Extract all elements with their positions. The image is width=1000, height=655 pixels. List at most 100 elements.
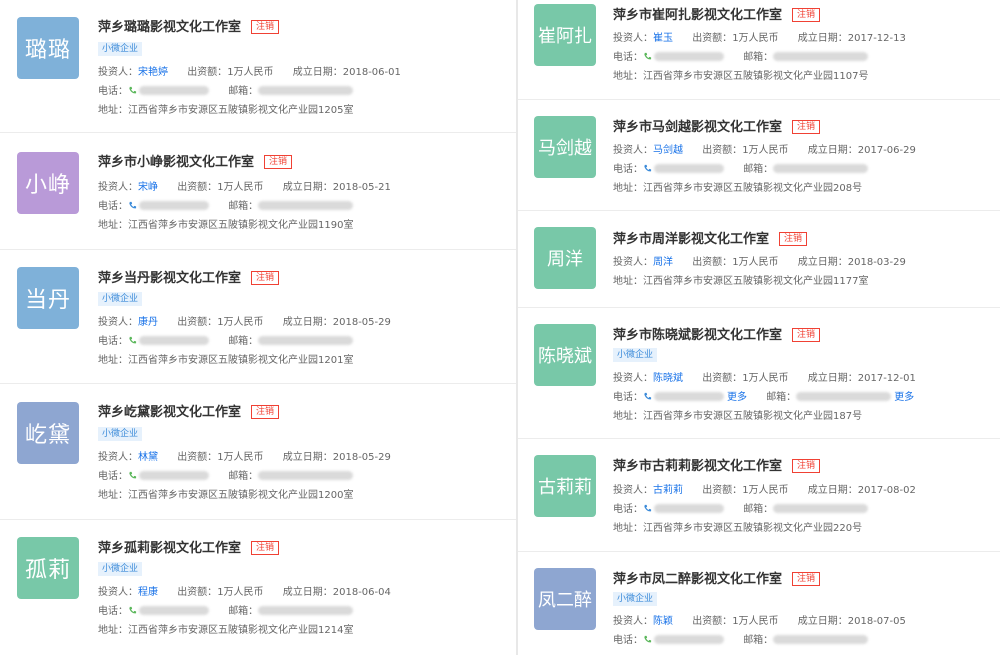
investor-link[interactable]: 宋艳婷 [138, 63, 168, 78]
info-row-address: 地址：江西省萍乡市安源区五陂镇影视文化产业园208号 [613, 179, 862, 194]
company-avatar: 古莉莉 [534, 455, 596, 517]
info-row-investor: 投资人：康丹 出资额：1万人民币 成立日期：2018-05-29 [98, 313, 391, 328]
founded-date: 2017-12-13 [847, 33, 906, 44]
phone-redacted [654, 52, 724, 61]
investor-link[interactable]: 宋峥 [138, 178, 158, 193]
company-name[interactable]: 萍乡市凤二醉影视文化工作室 [613, 572, 782, 587]
investor-link[interactable]: 马剑越 [653, 141, 683, 156]
info-row-investor: 投资人：古莉莉 出资额：1万人民币 成立日期：2017-08-02 [613, 481, 916, 496]
enterprise-type-badge: 小微企业 [98, 42, 143, 56]
company-name[interactable]: 萍乡市崔阿扎影视文化工作室 [613, 8, 782, 23]
company-card[interactable]: 屹黛 萍乡屹黛影视文化工作室 注销 小微企业 投资人：林黛 出资额：1万人民币 成… [0, 384, 516, 520]
investor-link[interactable]: 陈晓斌 [653, 369, 683, 384]
company-card[interactable]: 璐璐 萍乡璐璐影视文化工作室 注销 小微企业 投资人：宋艳婷 出资额：1万人民币 … [0, 0, 516, 133]
phone-icon [129, 201, 137, 209]
phone-redacted [139, 336, 209, 345]
founded-date: 2018-06-04 [332, 587, 391, 598]
info-row-contact: 电话： 邮箱： [98, 332, 354, 347]
company-name[interactable]: 萍乡市小峥影视文化工作室 [98, 155, 254, 170]
info-row-investor: 投资人：程康 出资额：1万人民币 成立日期：2018-06-04 [98, 583, 391, 598]
company-name[interactable]: 萍乡当丹影视文化工作室 [98, 271, 241, 286]
info-row-contact: 电话： 邮箱： [98, 602, 354, 617]
phone-redacted [139, 606, 209, 615]
company-card[interactable]: 当丹 萍乡当丹影视文化工作室 注销 小微企业 投资人：康丹 出资额：1万人民币 成… [0, 250, 516, 384]
capital-value: 1万人民币 [742, 373, 789, 384]
company-avatar: 当丹 [17, 267, 79, 329]
email-redacted [258, 201, 354, 210]
founded-date: 2018-07-05 [847, 616, 906, 627]
phone-icon [644, 635, 652, 643]
company-card[interactable]: 孤莉 萍乡孤莉影视文化工作室 注销 小微企业 投资人：程康 出资额：1万人民币 成… [0, 520, 516, 655]
investor-link[interactable]: 陈颖 [653, 612, 673, 627]
enterprise-type-badge: 小微企业 [98, 562, 143, 576]
status-badge: 注销 [779, 232, 808, 246]
info-row-contact: 电话： 邮箱： [613, 631, 869, 646]
more-phone-link[interactable]: 更多 [727, 388, 747, 403]
enterprise-type-badge: 小微企业 [613, 592, 658, 606]
company-avatar: 马剑越 [534, 116, 596, 178]
company-name[interactable]: 萍乡市马剑越影视文化工作室 [613, 120, 782, 135]
investor-link[interactable]: 康丹 [138, 313, 158, 328]
phone-redacted [139, 201, 209, 210]
founded-date: 2018-05-29 [332, 452, 391, 463]
company-avatar: 屹黛 [17, 402, 79, 464]
company-card[interactable]: 马剑越 萍乡市马剑越影视文化工作室 注销 投资人：马剑越 出资额：1万人民币 成立… [518, 100, 1000, 211]
info-row-address: 地址：江西省萍乡市安源区五陂镇影视文化产业园1205室 [98, 101, 353, 116]
investor-link[interactable]: 古莉莉 [653, 481, 683, 496]
company-name-row: 萍乡市古莉莉影视文化工作室 注销 [613, 455, 821, 474]
phone-icon [129, 471, 137, 479]
company-name[interactable]: 萍乡璐璐影视文化工作室 [98, 20, 241, 35]
phone-redacted [654, 504, 724, 513]
address-value: 江西省萍乡市安源区五陂镇影视文化产业园1214室 [128, 625, 354, 636]
info-row-contact: 电话： 更多 邮箱： 更多 [613, 388, 914, 403]
company-name-row: 萍乡市崔阿扎影视文化工作室 注销 [613, 4, 821, 23]
info-row-investor: 投资人：崔玉 出资额：1万人民币 成立日期：2017-12-13 [613, 29, 906, 44]
status-badge: 注销 [792, 572, 821, 586]
status-badge: 注销 [251, 20, 280, 34]
email-redacted [773, 504, 869, 513]
company-name-row: 萍乡孤莉影视文化工作室 注销 [98, 537, 280, 556]
investor-link[interactable]: 程康 [138, 583, 158, 598]
email-redacted [258, 471, 354, 480]
founded-date: 2018-05-21 [332, 182, 391, 193]
more-email-link[interactable]: 更多 [894, 388, 914, 403]
company-card[interactable]: 凤二醉 萍乡市凤二醉影视文化工作室 注销 小微企业 投资人：陈颖 出资额：1万人民… [518, 552, 1000, 655]
status-badge: 注销 [264, 155, 293, 169]
company-avatar: 小峥 [17, 152, 79, 214]
phone-icon [644, 164, 652, 172]
phone-redacted [654, 635, 724, 644]
phone-icon [129, 86, 137, 94]
info-row-investor: 投资人：宋峥 出资额：1万人民币 成立日期：2018-05-21 [98, 178, 391, 193]
info-row-contact: 电话： 邮箱： [613, 48, 869, 63]
investor-link[interactable]: 崔玉 [653, 29, 673, 44]
founded-date: 2018-06-01 [342, 67, 401, 78]
address-value: 江西省萍乡市安源区五陂镇影视文化产业园1177室 [643, 276, 869, 287]
address-value: 江西省萍乡市安源区五陂镇影视文化产业园187号 [643, 411, 863, 422]
capital-value: 1万人民币 [732, 257, 779, 268]
company-avatar: 璐璐 [17, 17, 79, 79]
company-name[interactable]: 萍乡屹黛影视文化工作室 [98, 405, 241, 420]
company-card[interactable]: 陈晓斌 萍乡市陈晓斌影视文化工作室 注销 小微企业 投资人：陈晓斌 出资额：1万人… [518, 308, 1000, 439]
company-name[interactable]: 萍乡市周洋影视文化工作室 [613, 232, 769, 247]
company-card[interactable]: 周洋 萍乡市周洋影视文化工作室 注销 投资人：周洋 出资额：1万人民币 成立日期：… [518, 211, 1000, 308]
company-card[interactable]: 崔阿扎 萍乡市崔阿扎影视文化工作室 注销 投资人：崔玉 出资额：1万人民币 成立日… [518, 0, 1000, 100]
info-row-investor: 投资人：陈晓斌 出资额：1万人民币 成立日期：2017-12-01 [613, 369, 916, 384]
investor-link[interactable]: 林黛 [138, 448, 158, 463]
company-card[interactable]: 古莉莉 萍乡市古莉莉影视文化工作室 注销 投资人：古莉莉 出资额：1万人民币 成立… [518, 439, 1000, 552]
capital-value: 1万人民币 [732, 33, 779, 44]
capital-value: 1万人民币 [217, 317, 264, 328]
info-row-address: 地址：江西省萍乡市安源区五陂镇影视文化产业园1200室 [98, 486, 353, 501]
company-name[interactable]: 萍乡市古莉莉影视文化工作室 [613, 459, 782, 474]
company-card[interactable]: 小峥 萍乡市小峥影视文化工作室 注销 投资人：宋峥 出资额：1万人民币 成立日期：… [0, 133, 516, 250]
capital-value: 1万人民币 [217, 587, 264, 598]
status-badge: 注销 [792, 459, 821, 473]
capital-value: 1万人民币 [732, 616, 779, 627]
phone-icon [644, 52, 652, 60]
phone-icon [644, 392, 652, 400]
company-name[interactable]: 萍乡孤莉影视文化工作室 [98, 541, 241, 556]
email-redacted [773, 52, 869, 61]
address-value: 江西省萍乡市安源区五陂镇影视文化产业园1190室 [128, 220, 354, 231]
company-name-row: 萍乡市马剑越影视文化工作室 注销 [613, 116, 821, 135]
investor-link[interactable]: 周洋 [653, 253, 673, 268]
company-name[interactable]: 萍乡市陈晓斌影视文化工作室 [613, 328, 782, 343]
